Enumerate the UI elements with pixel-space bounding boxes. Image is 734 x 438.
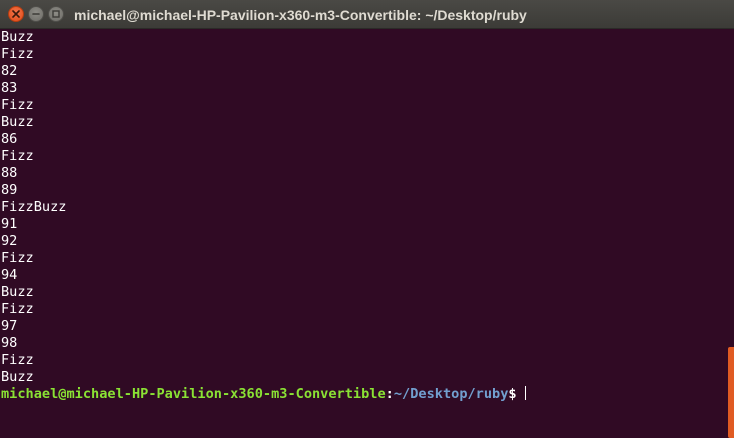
terminal-lines: Fizz79BuzzFizz8283FizzBuzz86Fizz8889Fizz… xyxy=(1,29,721,437)
prompt-user-host: michael@michael-HP-Pavilion-x360-m3-Conv… xyxy=(1,386,386,402)
close-button[interactable] xyxy=(8,6,24,22)
output-line: Fizz xyxy=(1,148,34,164)
output-line: 97 xyxy=(1,318,18,334)
minimize-button[interactable] xyxy=(28,6,44,22)
output-line: Buzz xyxy=(1,114,34,130)
output-line: Buzz xyxy=(1,284,34,300)
text-cursor xyxy=(524,386,526,400)
scrollbar[interactable] xyxy=(728,29,734,438)
maximize-button[interactable] xyxy=(48,6,64,22)
output-line: Fizz xyxy=(1,250,34,266)
output-line: 83 xyxy=(1,80,18,96)
minimize-icon xyxy=(32,13,40,15)
title-bar[interactable]: michael@michael-HP-Pavilion-x360-m3-Conv… xyxy=(0,0,734,29)
output-line: 98 xyxy=(1,335,18,351)
output-line: 86 xyxy=(1,131,18,147)
shell-prompt: michael@michael-HP-Pavilion-x360-m3-Conv… xyxy=(1,386,721,403)
output-line: 88 xyxy=(1,165,18,181)
maximize-icon xyxy=(52,10,60,18)
output-line: 89 xyxy=(1,182,18,198)
window-title: michael@michael-HP-Pavilion-x360-m3-Conv… xyxy=(74,7,527,23)
output-line: Buzz xyxy=(1,29,34,45)
close-icon xyxy=(12,10,20,18)
output-line: 82 xyxy=(1,63,18,79)
output-line: Buzz xyxy=(1,369,34,385)
prompt-colon: : xyxy=(385,386,394,402)
output-line: Fizz xyxy=(1,352,34,368)
output-line: 92 xyxy=(1,233,18,249)
terminal-output-area[interactable]: Fizz79BuzzFizz8283FizzBuzz86Fizz8889Fizz… xyxy=(0,29,734,438)
prompt-dollar: $ xyxy=(508,386,517,402)
output-line: Fizz xyxy=(1,301,34,317)
terminal-window: michael@michael-HP-Pavilion-x360-m3-Conv… xyxy=(0,0,734,438)
output-line: Fizz xyxy=(1,46,34,62)
output-line: 94 xyxy=(1,267,18,283)
output-line: FizzBuzz xyxy=(1,199,67,215)
output-line: Fizz xyxy=(1,97,34,113)
scrollbar-thumb[interactable] xyxy=(728,347,734,438)
output-line: 91 xyxy=(1,216,18,232)
prompt-path: ~/Desktop/ruby xyxy=(393,386,509,402)
